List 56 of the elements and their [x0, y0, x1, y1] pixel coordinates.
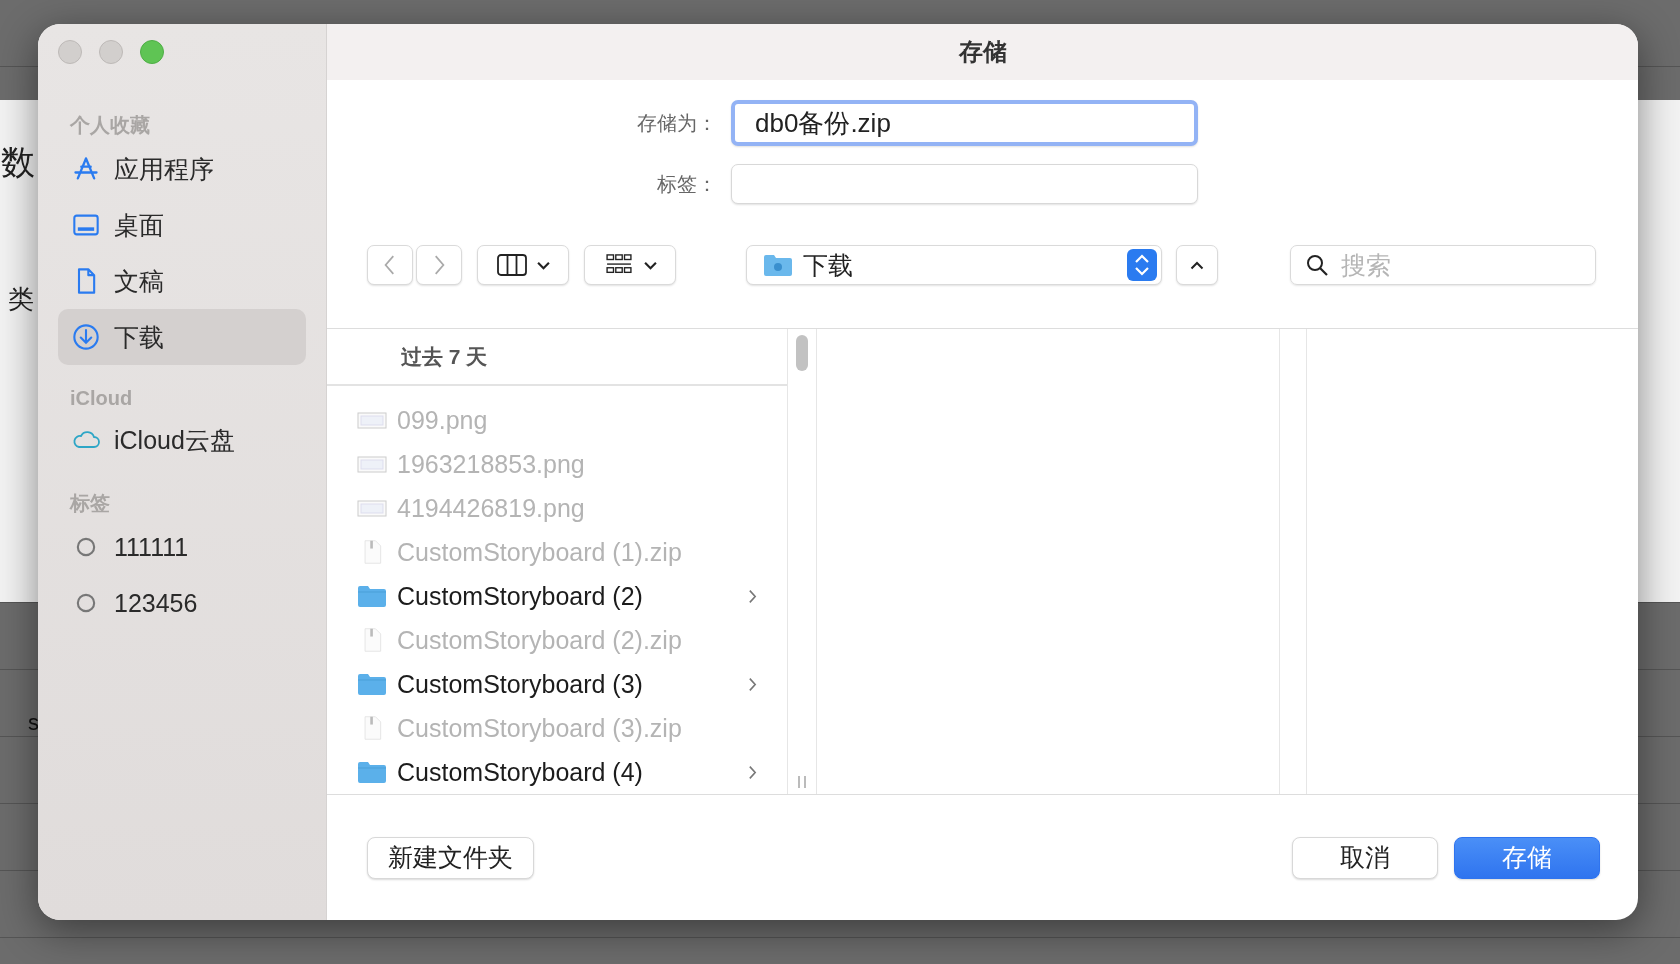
- chevron-up-icon: [1190, 260, 1204, 270]
- window-title: 存储: [958, 37, 1007, 67]
- tags-field[interactable]: [731, 164, 1198, 204]
- folder-icon: [763, 253, 793, 277]
- group-header: 过去 7 天: [401, 343, 488, 370]
- folder-icon: [357, 759, 387, 785]
- location-popup[interactable]: 下载: [746, 245, 1162, 285]
- new-folder-button[interactable]: 新建文件夹: [367, 836, 534, 879]
- scrollbar-thumb[interactable]: [796, 335, 808, 371]
- sidebar-item[interactable]: 111111: [58, 519, 306, 575]
- sidebar-heading: 个人收藏: [69, 113, 151, 138]
- sidebar-heading: 标签: [68, 491, 111, 516]
- download-icon: [72, 323, 100, 351]
- back-icon: [383, 254, 397, 276]
- forward-button[interactable]: [416, 245, 462, 285]
- chevron-icon: [748, 588, 757, 604]
- minimize-button[interactable]: [99, 40, 123, 64]
- sidebar-item[interactable]: iCloud云盘: [58, 412, 306, 468]
- search-field[interactable]: 搜索: [1341, 250, 1561, 280]
- folder-icon: [357, 671, 387, 697]
- background-text: s: [28, 710, 39, 736]
- back-button[interactable]: [367, 245, 413, 285]
- caret-icon: [643, 260, 657, 270]
- background-text: 类: [8, 283, 34, 316]
- file-row[interactable]: CustomStoryboard (2): [327, 574, 787, 618]
- view-mode-button[interactable]: [477, 245, 569, 285]
- forward-icon: [432, 254, 446, 276]
- collapse-button[interactable]: [1176, 245, 1218, 285]
- sidebar-item[interactable]: 下载: [58, 309, 306, 365]
- column-resize-strip[interactable]: [1279, 329, 1307, 794]
- field-label: 标签：: [656, 171, 717, 197]
- resize-handle[interactable]: [798, 776, 806, 788]
- caret-icon: [536, 260, 550, 270]
- zoom-button[interactable]: [140, 40, 164, 64]
- sidebar-item[interactable]: 123456: [58, 575, 306, 631]
- columns-icon: [496, 254, 527, 276]
- sidebar-item[interactable]: 桌面: [58, 197, 306, 253]
- stepper-icon: [1127, 249, 1157, 281]
- filename-field[interactable]: db0备份.zip: [731, 100, 1198, 146]
- grid-icon: [603, 254, 634, 276]
- background-text: 数: [1, 142, 35, 183]
- chevron-icon: [748, 764, 757, 780]
- sidebar-item[interactable]: 应用程序: [58, 141, 306, 197]
- sidebar-item[interactable]: 文稿: [58, 253, 306, 309]
- close-button[interactable]: [58, 40, 82, 64]
- save-button[interactable]: 存储: [1454, 836, 1600, 879]
- sidebar-heading: iCloud: [69, 387, 134, 410]
- search-bar[interactable]: 搜索: [1290, 245, 1596, 285]
- file-row[interactable]: CustomStoryboard (3): [327, 662, 787, 706]
- chevron-icon: [748, 676, 757, 692]
- folder-icon: [357, 583, 387, 609]
- field-label: 存储为：: [636, 110, 717, 136]
- file-row[interactable]: CustomStoryboard (4): [327, 750, 787, 794]
- search-icon: [1305, 253, 1329, 277]
- cancel-button[interactable]: 取消: [1292, 836, 1438, 879]
- group-button[interactable]: [584, 245, 676, 285]
